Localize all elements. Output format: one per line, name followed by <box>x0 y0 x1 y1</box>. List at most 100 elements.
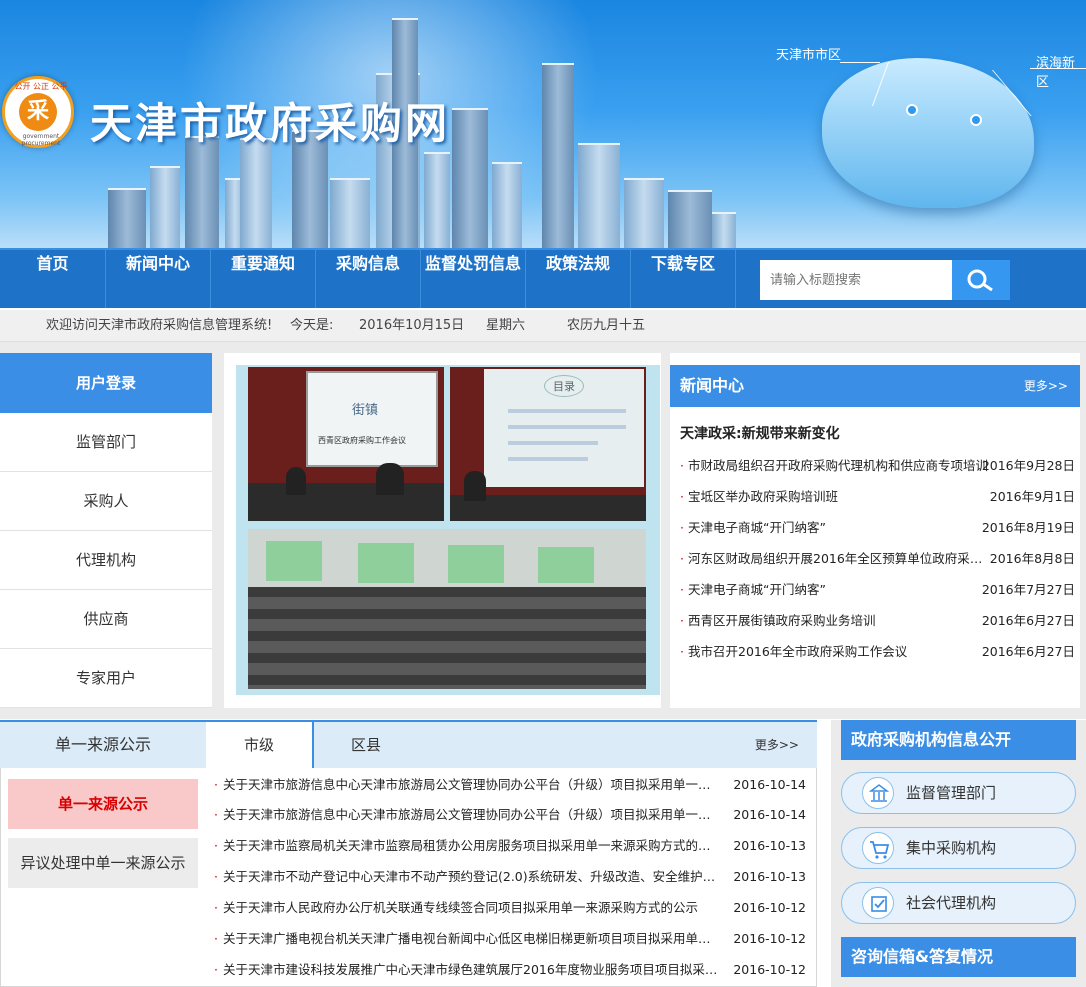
link-central-procurement[interactable]: 集中采购机构 <box>841 827 1076 869</box>
search-button[interactable] <box>952 260 1010 300</box>
meeting-photo-2[interactable]: 目录 <box>450 367 646 521</box>
single-source-item[interactable]: · 关于天津市旅游信息中心天津市旅游局公文管理协同办公平台（升级）项目拟采用单一来… <box>214 775 806 795</box>
person <box>286 467 306 495</box>
site-logo[interactable]: 公开 公正 公平 采 government procurement <box>2 76 74 148</box>
single-source-item-title[interactable]: 关于天津市人民政府办公厅机关联通专线续签合同项目拟采用单一来源采购方式的公示 <box>223 898 718 918</box>
building <box>624 178 664 248</box>
single-source-item-date: 2016-10-14 <box>733 777 806 792</box>
building <box>668 190 712 248</box>
news-item[interactable]: · 天津电子商城“开门纳客” 2016年8月19日 <box>680 518 1075 538</box>
bullet-icon: · <box>680 613 684 628</box>
nav-downloads[interactable]: 下载专区 <box>631 250 736 308</box>
single-source-item[interactable]: · 关于天津市不动产登记中心天津市不动产预约登记(2.0)系统研发、升级改造、安全… <box>214 867 806 887</box>
single-source-item[interactable]: · 关于天津市建设科技发展推广中心天津市绿色建筑展厅2016年度物业服务项目项目拟… <box>214 960 806 980</box>
slide-line <box>508 441 598 445</box>
news-item[interactable]: · 西青区开展街镇政府采购业务培训 2016年6月27日 <box>680 611 1075 631</box>
bullet-icon: · <box>214 777 218 792</box>
bullet-icon: · <box>214 838 218 853</box>
building <box>578 143 620 248</box>
single-source-item-title[interactable]: 关于天津市监察局机关天津市监察局租赁办公用房服务项目拟采用单一来源采购方式的公示 <box>223 836 718 856</box>
window <box>448 545 504 583</box>
news-item-title[interactable]: 天津电子商城“开门纳客” <box>688 580 988 600</box>
nav-policy[interactable]: 政策法规 <box>526 250 631 308</box>
login-expert[interactable]: 专家用户 <box>0 649 212 708</box>
single-source-item-date: 2016-10-13 <box>733 869 806 884</box>
slide-title: 街镇 <box>352 403 379 418</box>
bullet-icon: · <box>680 582 684 597</box>
meeting-photo-3[interactable] <box>248 529 646 689</box>
news-item-title[interactable]: 西青区开展街镇政府采购业务培训 <box>688 611 988 631</box>
map-label-city: 天津市市区 <box>776 48 842 63</box>
projector-screen: 目录 <box>484 369 644 487</box>
news-item[interactable]: · 我市召开2016年全市政府采购工作会议 2016年6月27日 <box>680 642 1075 662</box>
building <box>108 188 146 248</box>
login-agency[interactable]: 代理机构 <box>0 531 212 590</box>
single-source-item[interactable]: · 关于天津广播电视台机关天津广播电视台新闻中心低区电梯旧梯更新项目项目拟采用单一… <box>214 929 806 949</box>
single-source-item[interactable]: · 关于天津市旅游信息中心天津市旅游局公文管理协同办公平台（升级）项目拟采用单一来… <box>214 805 806 825</box>
news-item-date: 2016年6月27日 <box>981 644 1075 659</box>
search-icon <box>967 269 993 292</box>
single-source-item[interactable]: · 关于天津市人民政府办公厅机关联通专线续签合同项目拟采用单一来源采购方式的公示 2… <box>214 898 806 918</box>
single-source-more-link[interactable]: 更多>> <box>755 722 799 768</box>
bullet-icon: · <box>214 900 218 915</box>
bullet-icon: · <box>214 962 218 977</box>
bullet-icon: · <box>214 931 218 946</box>
map-marker-city[interactable] <box>906 104 918 116</box>
link-supervision-dept[interactable]: 监督管理部门 <box>841 772 1076 814</box>
nav-supervision[interactable]: 监督处罚信息 <box>421 250 526 308</box>
single-source-item[interactable]: · 关于天津市监察局机关天津市监察局租赁办公用房服务项目拟采用单一来源采购方式的公… <box>214 836 806 856</box>
map-marker-binhai[interactable] <box>970 114 982 126</box>
consultation-heading: 咨询信箱&答复情况 <box>841 937 1076 977</box>
login-supervisor[interactable]: 监管部门 <box>0 413 212 472</box>
today-label: 今天是: <box>290 318 334 333</box>
tab-city-level[interactable]: 市级 <box>206 722 312 769</box>
news-headline[interactable]: 天津政采:新规带来新变化 <box>680 423 840 443</box>
single-source-item-title[interactable]: 关于天津市建设科技发展推广中心天津市绿色建筑展厅2016年度物业服务项目项目拟采… <box>223 960 718 980</box>
building <box>240 138 272 248</box>
bullet-icon: · <box>214 869 218 884</box>
single-source-item-title[interactable]: 关于天津市不动产登记中心天津市不动产预约登记(2.0)系统研发、升级改造、安全维… <box>223 867 718 887</box>
slide-line <box>508 409 626 413</box>
nav-notices[interactable]: 重要通知 <box>211 250 316 308</box>
logo-caption: government procurement <box>21 133 61 147</box>
checkbox-icon <box>862 887 894 919</box>
news-item-title[interactable]: 河东区财政局组织开展2016年全区预算单位政府采购业务培训 <box>688 549 988 569</box>
bullet-icon: · <box>214 807 218 822</box>
site-title: 天津市政府采购网 <box>90 99 451 148</box>
login-supplier[interactable]: 供应商 <box>0 590 212 649</box>
slide-line <box>508 457 588 461</box>
person <box>464 471 486 501</box>
news-item[interactable]: · 天津电子商城“开门纳客” 2016年7月27日 <box>680 580 1075 600</box>
news-item-date: 2016年9月1日 <box>989 489 1075 504</box>
news-item-title[interactable]: 宝坻区举办政府采购培训班 <box>688 487 988 507</box>
nav-procurement[interactable]: 采购信息 <box>316 250 421 308</box>
news-item-title[interactable]: 我市召开2016年全市政府采购工作会议 <box>688 642 988 662</box>
logo-mark: 采 <box>19 93 57 131</box>
single-source-item-title[interactable]: 关于天津市旅游信息中心天津市旅游局公文管理协同办公平台（升级）项目拟采用单一来源… <box>223 775 718 795</box>
search-input[interactable] <box>760 260 952 300</box>
link-label: 社会代理机构 <box>906 894 997 912</box>
window <box>266 541 322 581</box>
institution-icon <box>862 777 894 809</box>
news-header: 新闻中心 更多>> <box>670 365 1080 407</box>
single-source-item-date: 2016-10-14 <box>733 807 806 822</box>
single-source-item-title[interactable]: 关于天津市旅游信息中心天津市旅游局公文管理协同办公平台（升级）项目拟采用单一来源… <box>223 805 718 825</box>
side-single-source[interactable]: 单一来源公示 <box>8 779 198 829</box>
link-agencies[interactable]: 社会代理机构 <box>841 882 1076 924</box>
link-label: 集中采购机构 <box>906 839 997 857</box>
news-more-link[interactable]: 更多>> <box>1024 365 1068 407</box>
news-item[interactable]: · 市财政局组织召开政府采购代理机构和供应商专项培训 2016年9月28日 <box>680 456 1075 476</box>
link-label: 监督管理部门 <box>906 784 997 802</box>
nav-news[interactable]: 新闻中心 <box>106 250 211 308</box>
single-source-item-title[interactable]: 关于天津广播电视台机关天津广播电视台新闻中心低区电梯旧梯更新项目项目拟采用单一来… <box>223 929 718 949</box>
news-item-title[interactable]: 天津电子商城“开门纳客” <box>688 518 988 538</box>
audience <box>248 587 646 689</box>
login-purchaser[interactable]: 采购人 <box>0 472 212 531</box>
news-item[interactable]: · 河东区财政局组织开展2016年全区预算单位政府采购业务培训2016年8月8日 <box>680 549 1075 569</box>
news-item[interactable]: · 宝坻区举办政府采购培训班 2016年9月1日 <box>680 487 1075 507</box>
nav-home[interactable]: 首页 <box>0 250 106 308</box>
tab-district-level[interactable]: 区县 <box>312 722 418 768</box>
side-disputed-single-source[interactable]: 异议处理中单一来源公示 <box>8 838 198 888</box>
meeting-photo-1[interactable]: 街镇 西青区政府采购工作会议 <box>248 367 444 521</box>
news-item-title[interactable]: 市财政局组织召开政府采购代理机构和供应商专项培训 <box>688 456 988 476</box>
